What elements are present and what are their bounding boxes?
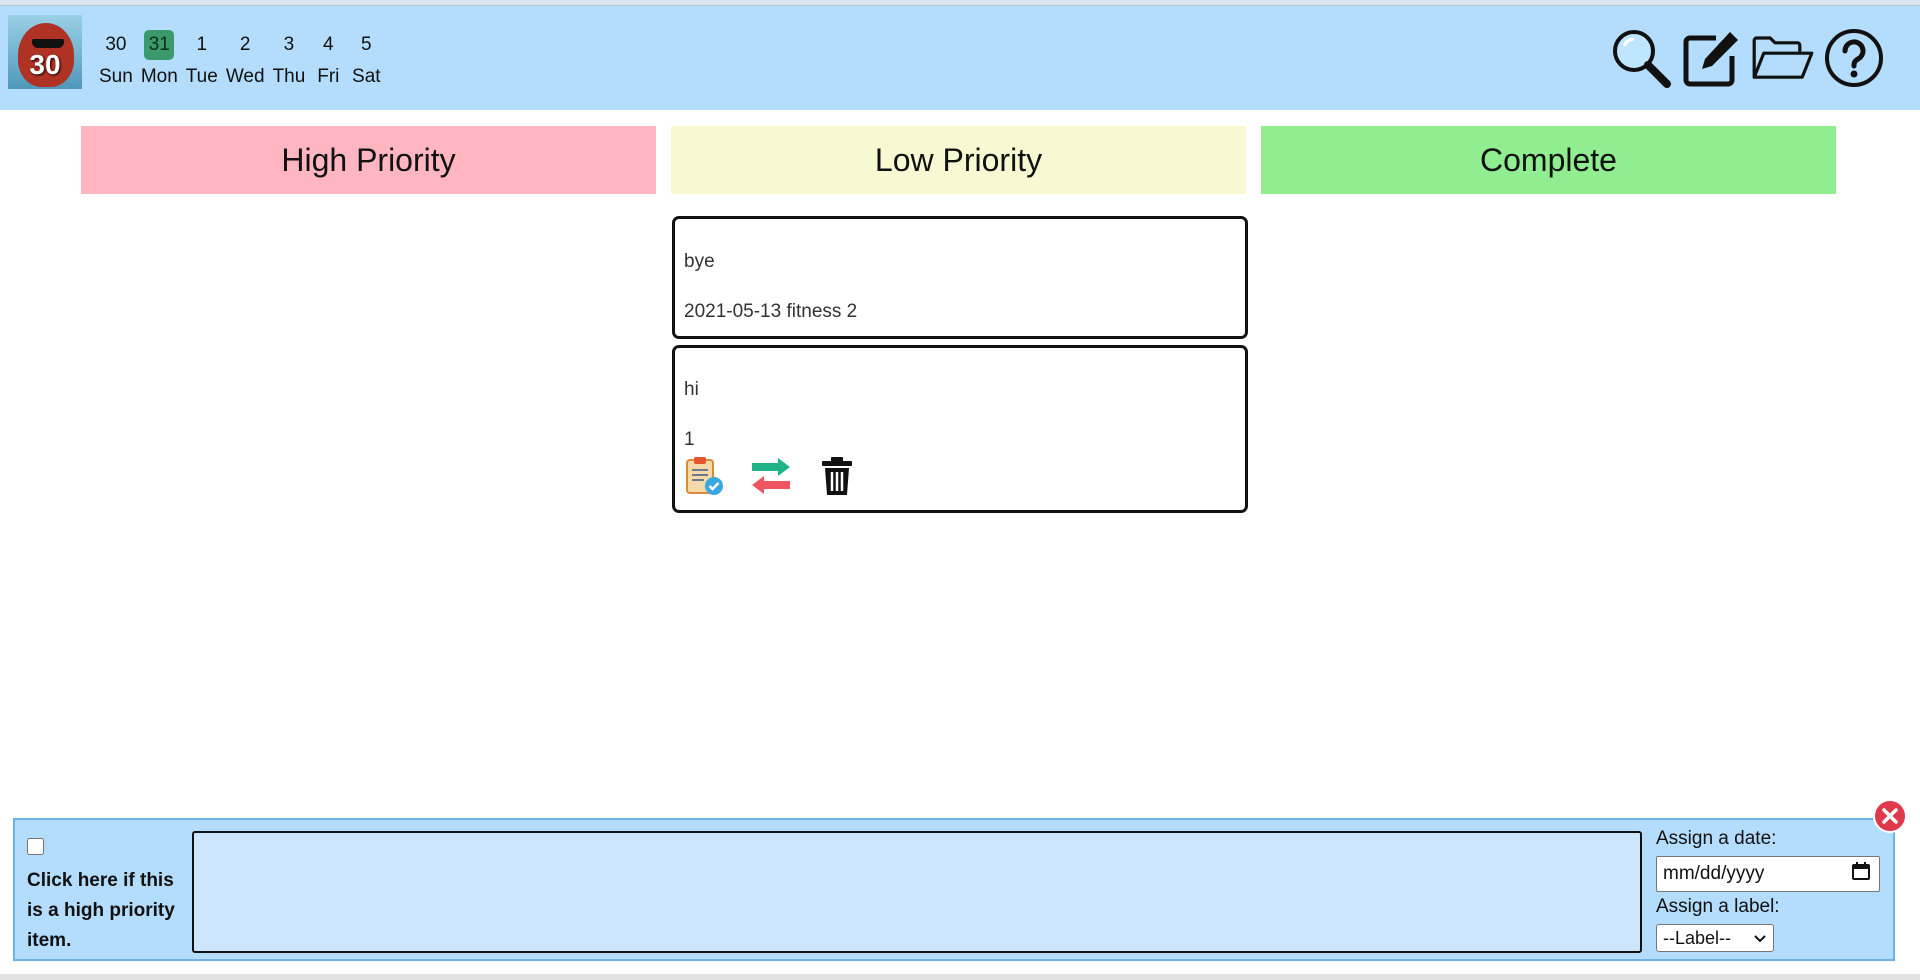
search-icon[interactable] — [1609, 26, 1673, 90]
calendar-icon[interactable] — [1851, 861, 1871, 887]
day-fri[interactable]: 4 Fri — [313, 30, 343, 88]
day-number: 30 — [105, 34, 127, 55]
column-high-priority: High Priority — [81, 126, 656, 194]
label-select[interactable]: --Label-- — [1656, 924, 1774, 952]
task-details: 1 — [684, 429, 695, 450]
clipboard-check-icon[interactable] — [684, 455, 726, 497]
date-placeholder: mm/dd/yyyy — [1663, 863, 1765, 884]
day-number: 1 — [196, 34, 208, 55]
date-label: Assign a date: — [1656, 828, 1777, 849]
high-priority-label: Click here if this is a high priority it… — [27, 870, 175, 951]
task-card[interactable]: hi 1 — [672, 345, 1248, 513]
task-title: hi — [684, 379, 699, 400]
label-label: Assign a label: — [1656, 896, 1780, 917]
edit-icon[interactable] — [1680, 26, 1744, 90]
day-name: Wed — [225, 66, 265, 87]
top-bar: 30 30 Sun 31 Mon 1 Tue 2 Wed 3 Thu 4 Fri… — [0, 6, 1920, 110]
day-name: Fri — [317, 66, 340, 87]
day-number-selected: 31 — [144, 30, 175, 60]
day-thu[interactable]: 3 Thu — [273, 30, 306, 88]
day-mon[interactable]: 31 Mon — [141, 30, 178, 88]
day-name: Mon — [140, 66, 178, 87]
toolbar — [1609, 26, 1886, 90]
folder-icon[interactable] — [1751, 26, 1815, 90]
task-title: bye — [684, 251, 715, 272]
date-input[interactable]: mm/dd/yyyy — [1656, 856, 1880, 892]
help-icon[interactable] — [1822, 26, 1886, 90]
close-icon[interactable] — [1873, 799, 1907, 833]
label-selected-value: --Label-- — [1663, 927, 1732, 948]
logo-number: 30 — [29, 49, 61, 80]
day-tue[interactable]: 1 Tue — [186, 30, 218, 88]
day-number: 4 — [323, 34, 334, 55]
priority-columns: High Priority Low Priority Complete — [81, 126, 1836, 194]
trash-icon[interactable] — [816, 455, 858, 497]
day-name: Sat — [352, 66, 381, 87]
task-actions — [684, 455, 1236, 497]
day-name: Thu — [272, 66, 306, 87]
chevron-down-icon — [1753, 928, 1767, 949]
swap-arrows-icon[interactable] — [750, 455, 792, 497]
high-priority-checkbox[interactable] — [27, 838, 44, 855]
day-wed[interactable]: 2 Wed — [226, 30, 265, 88]
app-logo[interactable]: 30 — [8, 15, 82, 89]
day-number: 5 — [361, 34, 372, 55]
browser-bottom-strip — [0, 974, 1920, 980]
day-sun[interactable]: 30 Sun — [99, 30, 133, 88]
column-complete: Complete — [1261, 126, 1836, 194]
day-name: Sun — [99, 66, 133, 87]
day-sat[interactable]: 5 Sat — [351, 30, 381, 88]
new-task-panel: Click here if this is a high priority it… — [13, 818, 1895, 961]
day-number: 3 — [283, 34, 295, 55]
day-name: Tue — [185, 66, 218, 87]
week-strip: 30 Sun 31 Mon 1 Tue 2 Wed 3 Thu 4 Fri 5 … — [99, 30, 389, 88]
task-card[interactable]: bye 2021-05-13 fitness 2 — [672, 216, 1248, 339]
task-text-input[interactable] — [192, 831, 1642, 953]
task-details: 2021-05-13 fitness 2 — [684, 301, 858, 322]
column-low-priority: Low Priority — [671, 126, 1246, 194]
logo-sunglasses — [32, 39, 64, 48]
day-number: 2 — [239, 34, 251, 55]
